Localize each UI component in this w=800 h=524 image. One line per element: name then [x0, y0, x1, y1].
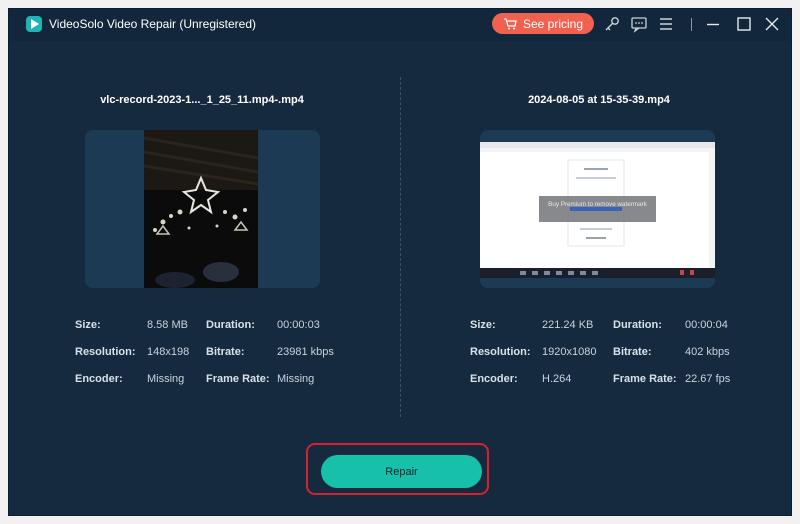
right-duration-label: Duration: [613, 319, 662, 331]
menu-icon[interactable] [657, 15, 675, 33]
right-video-frame: Buy Premium to remove watermark [480, 142, 715, 278]
left-bitrate-label: Bitrate: [206, 346, 245, 358]
close-icon[interactable] [763, 15, 781, 33]
right-resolution-label: Resolution: [470, 346, 531, 358]
left-video-thumbnail [85, 130, 320, 288]
right-encoder-value: H.264 [542, 373, 572, 385]
left-size-label: Size: [75, 319, 101, 331]
right-file-name: 2024-08-05 at 15-35-39.mp4 [528, 94, 670, 106]
right-size-label: Size: [470, 319, 496, 331]
watermark-text: Buy Premium to remove watermark [548, 201, 648, 208]
left-frame-rate-label: Frame Rate: [206, 373, 270, 385]
right-frame-rate-label: Frame Rate: [613, 373, 677, 385]
left-video-frame [143, 130, 259, 288]
app-logo-icon [26, 16, 42, 32]
left-duration-value: 00:00:03 [277, 319, 320, 331]
repair-button[interactable]: Repair [321, 455, 482, 488]
left-duration-label: Duration: [206, 319, 255, 331]
left-frame-rate-value: Missing [277, 373, 315, 385]
right-resolution-value: 1920x1080 [542, 346, 597, 358]
app-title: VideoSolo Video Repair (Unregistered) [49, 17, 257, 31]
right-encoder-label: Encoder: [470, 373, 518, 385]
see-pricing-button[interactable]: See pricing [492, 13, 594, 34]
right-duration-value: 00:00:04 [685, 319, 728, 331]
left-size-value: 8.58 MB [147, 319, 188, 331]
key-icon[interactable] [603, 15, 621, 33]
panel-divider [400, 77, 401, 417]
right-video-thumbnail: Buy Premium to remove watermark [480, 130, 715, 288]
app-window: VideoSolo Video Repair (Unregistered) Se… [8, 8, 792, 516]
title-bar: VideoSolo Video Repair (Unregistered) Se… [9, 9, 791, 41]
left-bitrate-value: 23981 kbps [277, 346, 334, 358]
right-size-value: 221.24 KB [542, 319, 594, 331]
left-encoder-label: Encoder: [75, 373, 123, 385]
see-pricing-label: See pricing [522, 16, 584, 31]
left-encoder-value: Missing [147, 373, 185, 385]
right-frame-rate-value: 22.67 fps [685, 373, 731, 385]
left-file-name: vlc-record-2023-1..._1_25_11.mp4-.mp4 [100, 94, 304, 106]
maximize-icon[interactable] [735, 15, 753, 33]
cart-icon [503, 17, 517, 29]
left-resolution-value: 148x198 [147, 346, 190, 358]
feedback-icon[interactable] [630, 15, 648, 33]
right-bitrate-value: 402 kbps [685, 346, 730, 358]
right-bitrate-label: Bitrate: [613, 346, 652, 358]
minimize-icon[interactable] [704, 15, 722, 33]
left-resolution-label: Resolution: [75, 346, 136, 358]
toolbar-separator [691, 18, 692, 31]
